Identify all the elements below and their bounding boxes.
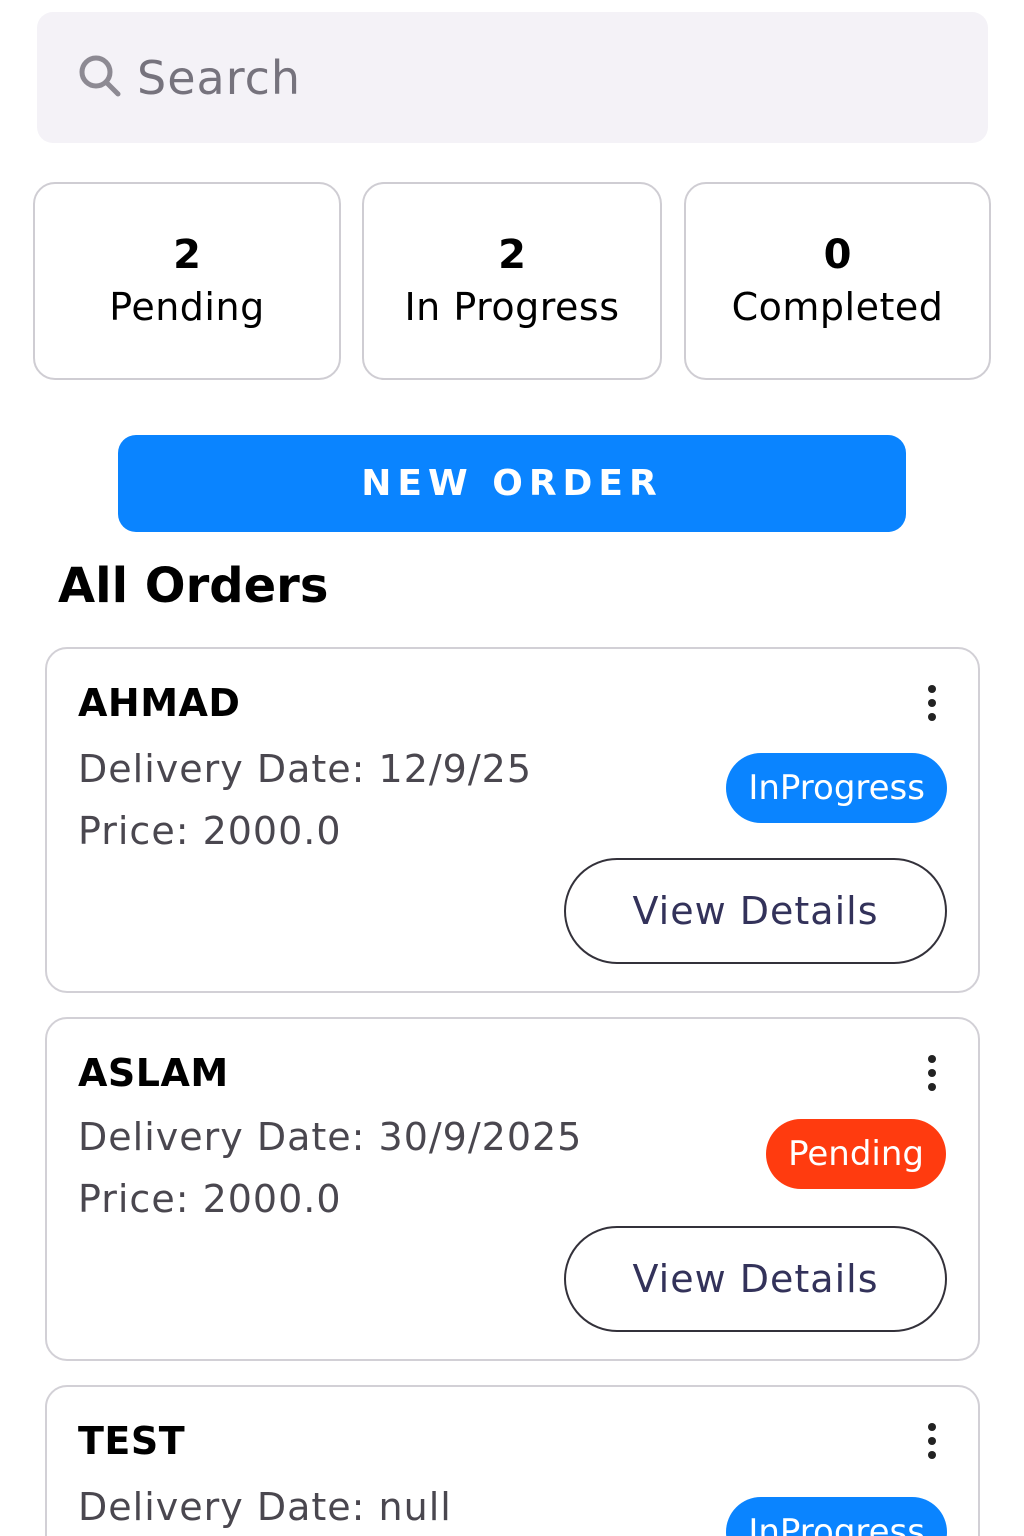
order-customer-name: AHMAD xyxy=(78,681,241,725)
stat-card-pending[interactable]: 2 Pending xyxy=(33,182,341,380)
order-delivery-date: Delivery Date: 30/9/2025 xyxy=(78,1115,583,1159)
new-order-button[interactable]: NEW ORDER xyxy=(118,435,906,532)
view-details-button[interactable]: View Details xyxy=(564,1226,947,1332)
order-customer-name: ASLAM xyxy=(78,1051,229,1095)
orders-screen: 2 Pending 2 In Progress 0 Completed NEW … xyxy=(0,0,1024,1536)
status-badge: InProgress xyxy=(726,1497,947,1536)
order-delivery-date: Delivery Date: null xyxy=(78,1485,452,1529)
order-card: ASLAM Delivery Date: 30/9/2025 Price: 20… xyxy=(45,1017,980,1361)
stat-count: 2 xyxy=(173,232,201,278)
order-delivery-date: Delivery Date: 12/9/25 xyxy=(78,747,533,791)
more-vertical-icon[interactable] xyxy=(922,1055,942,1091)
section-title: All Orders xyxy=(58,558,329,614)
stat-label: Pending xyxy=(109,285,265,329)
more-vertical-icon[interactable] xyxy=(922,1423,942,1459)
search-bar[interactable] xyxy=(37,12,988,143)
stat-label: In Progress xyxy=(404,285,620,329)
stat-label: Completed xyxy=(731,285,944,329)
view-details-button[interactable]: View Details xyxy=(564,858,947,964)
stat-card-in-progress[interactable]: 2 In Progress xyxy=(362,182,662,380)
search-input[interactable] xyxy=(137,50,917,105)
order-card: AHMAD Delivery Date: 12/9/25 Price: 2000… xyxy=(45,647,980,993)
status-badge: Pending xyxy=(766,1119,946,1189)
more-vertical-icon[interactable] xyxy=(922,685,942,721)
status-badge: InProgress xyxy=(726,753,947,823)
stat-count: 2 xyxy=(498,232,526,278)
stat-card-completed[interactable]: 0 Completed xyxy=(684,182,991,380)
order-customer-name: TEST xyxy=(78,1419,186,1463)
stat-count: 0 xyxy=(823,232,852,278)
search-icon xyxy=(77,53,123,103)
order-card: TEST Delivery Date: null InProgress xyxy=(45,1385,980,1536)
order-price: Price: 2000.0 xyxy=(78,1177,342,1221)
order-price: Price: 2000.0 xyxy=(78,809,342,853)
